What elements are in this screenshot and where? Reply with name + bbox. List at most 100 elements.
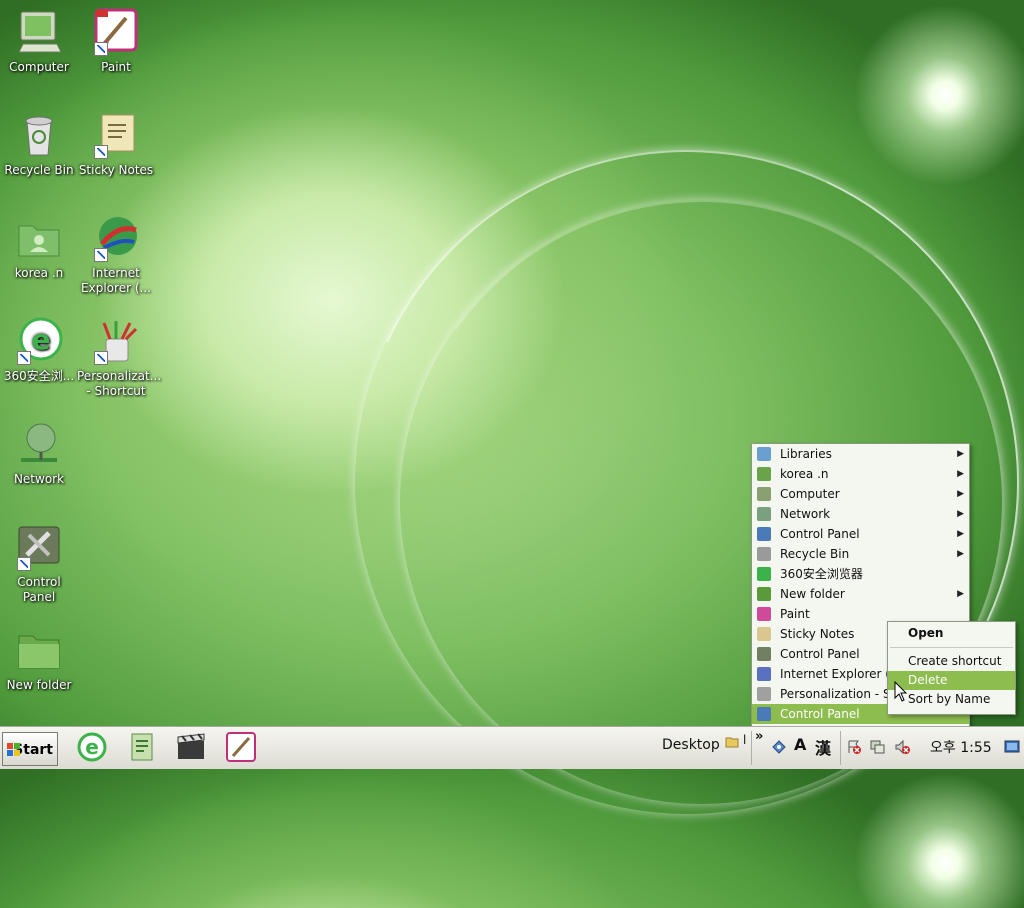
menu-item-label: Network	[780, 507, 831, 521]
paint-icon	[92, 8, 140, 56]
shortcut-arrow-icon	[94, 351, 108, 365]
network-icon	[15, 420, 63, 468]
show-desktop-icon[interactable]	[1004, 739, 1020, 755]
menu-item-label: Libraries	[780, 447, 832, 461]
menu-item-icon	[757, 687, 771, 701]
desktop-icon-label: Computer	[9, 60, 69, 74]
desktop-icon-label: korea .n	[14, 266, 64, 280]
action-center-icon[interactable]	[846, 739, 862, 755]
desktop-toolbar-truncated: l	[743, 733, 747, 747]
desktop-icon-360-browser[interactable]: e 360安全浏...	[0, 317, 78, 384]
menu-item-label: korea .n	[780, 467, 829, 481]
recycle-bin-icon	[15, 111, 63, 159]
submenu-arrow-icon: ▶	[957, 449, 964, 459]
submenu-arrow-icon: ▶	[957, 509, 964, 519]
svg-text:e: e	[32, 323, 51, 356]
menu-item-icon	[757, 607, 771, 621]
control-panel-icon	[15, 523, 63, 571]
menu-item-label: Control Panel	[780, 527, 860, 541]
desktop-icon-personalization[interactable]: Personalizat... - Shortcut	[77, 317, 162, 399]
shortcut-arrow-icon	[17, 557, 31, 571]
menu-item-icon	[757, 587, 771, 601]
desktop-icon-paint[interactable]: Paint	[77, 8, 155, 75]
menu-item-label: Control Panel	[780, 707, 860, 721]
sticky-notes-icon	[92, 111, 140, 159]
browser-360-icon[interactable]: e	[76, 731, 108, 763]
network-status-icon[interactable]	[870, 739, 886, 755]
desktop-icon-label: Sticky Notes	[78, 163, 154, 177]
start-button[interactable]: Start	[2, 732, 58, 766]
context-menu-open[interactable]: Open	[888, 624, 1015, 643]
desktop-icon-new-folder[interactable]: New folder	[0, 626, 78, 693]
user-folder-icon	[15, 214, 63, 262]
desktop-icon-sticky-notes[interactable]: Sticky Notes	[77, 111, 155, 178]
menu-item-icon	[757, 707, 771, 721]
desktop-toolbar-label[interactable]: Desktop	[662, 737, 720, 753]
volume-muted-icon[interactable]	[894, 739, 910, 755]
desktop-icon-control-panel[interactable]: Control Panel	[0, 523, 78, 605]
context-menu-create-shortcut[interactable]: Create shortcut	[888, 652, 1015, 671]
desktop-icon-label: New folder	[6, 678, 72, 692]
mouse-cursor-icon	[894, 681, 908, 702]
desktop-icon-recycle-bin[interactable]: Recycle Bin	[0, 111, 78, 178]
toolbar-menu-item[interactable]: New folder ▶	[752, 584, 969, 604]
ime-mode-alpha[interactable]: A	[794, 735, 806, 754]
menu-item-icon	[757, 647, 771, 661]
submenu-arrow-icon: ▶	[957, 469, 964, 479]
desktop-icon-label: Internet Explorer (...	[81, 266, 151, 295]
computer-icon	[15, 8, 63, 56]
globe-icon	[92, 214, 140, 262]
submenu-arrow-icon: ▶	[957, 589, 964, 599]
taskbar: Start e Desktop l » A 漢 오후 1:55	[0, 726, 1024, 769]
desktop-icon-label: Network	[13, 472, 65, 486]
toolbar-menu-item[interactable]: 360安全浏览器	[752, 564, 969, 584]
desktop-icon-label: Paint	[101, 60, 131, 74]
toolbar-menu-item[interactable]: Control Panel ▶	[752, 524, 969, 544]
context-menu-separator	[890, 647, 1013, 648]
toolbar-menu-item[interactable]: Libraries ▶	[752, 444, 969, 464]
folder-icon	[725, 737, 739, 748]
toolbar-menu-item[interactable]: Recycle Bin ▶	[752, 544, 969, 564]
menu-item-label: Computer	[780, 487, 840, 501]
menu-item-label: Control Panel	[780, 647, 860, 661]
shortcut-arrow-icon	[94, 145, 108, 159]
menu-item-label: Sticky Notes	[780, 627, 855, 641]
shortcut-arrow-icon	[94, 248, 108, 262]
menu-item-icon	[757, 667, 771, 681]
svg-text:e: e	[85, 735, 99, 759]
submenu-arrow-icon: ▶	[957, 529, 964, 539]
menu-item-label: Recycle Bin	[780, 547, 850, 561]
submenu-arrow-icon: ▶	[957, 489, 964, 499]
desktop-icon-computer[interactable]: Computer	[0, 8, 78, 75]
shortcut-arrow-icon	[94, 42, 108, 56]
desktop-icon-internet-explorer[interactable]: Internet Explorer (...	[77, 214, 155, 296]
menu-item-icon	[757, 447, 771, 461]
submenu-arrow-icon: ▶	[957, 549, 964, 559]
shortcut-arrow-icon	[17, 351, 31, 365]
folder-icon	[15, 626, 63, 674]
toolbar-menu-item[interactable]: Computer ▶	[752, 484, 969, 504]
menu-item-icon	[757, 527, 771, 541]
desktop-icon-network[interactable]: Network	[0, 420, 78, 487]
desktop-icon-label: Recycle Bin	[4, 163, 74, 177]
menu-item-icon	[757, 467, 771, 481]
desktop-icon-label: 360安全浏...	[3, 369, 75, 383]
taskbar-separator	[840, 731, 841, 765]
menu-item-label: New folder	[780, 587, 845, 601]
toolbar-menu-item[interactable]: Network ▶	[752, 504, 969, 524]
desktop-icon-user-folder[interactable]: korea .n	[0, 214, 78, 281]
menu-item-icon	[757, 627, 771, 641]
file-manager-icon[interactable]	[126, 731, 158, 763]
toolbar-chevron-button[interactable]: »	[755, 729, 763, 744]
desktop-icon-label: Personalizat... - Shortcut	[77, 369, 162, 398]
toolbar-menu-item[interactable]: korea .n ▶	[752, 464, 969, 484]
media-player-icon[interactable]	[175, 731, 207, 763]
ime-mode-hanja[interactable]: 漢	[815, 735, 831, 759]
taskbar-separator	[751, 731, 752, 765]
clock[interactable]: 오후 1:55	[930, 737, 992, 757]
paint-icon[interactable]	[225, 731, 257, 763]
menu-item-icon	[757, 507, 771, 521]
menu-item-label: Paint	[780, 607, 810, 621]
desktop-icon-label: Control Panel	[17, 575, 61, 604]
ime-tool-icon[interactable]	[771, 739, 787, 755]
